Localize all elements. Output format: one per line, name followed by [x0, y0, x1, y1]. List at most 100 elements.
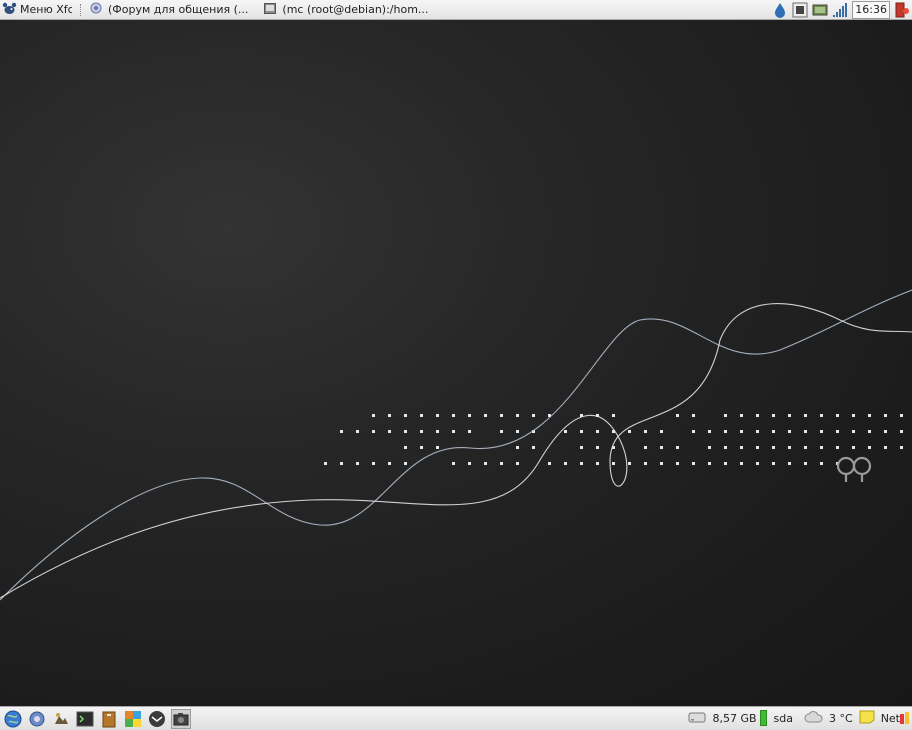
wallpaper-dot	[788, 414, 791, 417]
wallpaper-dot	[772, 446, 775, 449]
wallpaper-dot	[596, 430, 599, 433]
wallpaper-dot	[756, 414, 759, 417]
wallpaper-dot	[836, 414, 839, 417]
wallpaper-dot	[644, 462, 647, 465]
wallpaper-dot	[388, 414, 391, 417]
wallpaper-dot	[676, 446, 679, 449]
wallpaper-dot	[580, 446, 583, 449]
wallpaper-dot	[676, 462, 679, 465]
wallpaper-dot	[788, 462, 791, 465]
net-load-icon	[900, 710, 910, 727]
wallpaper-dot	[836, 430, 839, 433]
wallpaper-dot	[404, 430, 407, 433]
logout-icon[interactable]	[894, 2, 910, 18]
wallpaper-dot	[788, 446, 791, 449]
wallpaper-dot	[836, 446, 839, 449]
wallpaper-dot	[756, 446, 759, 449]
wallpaper-dot	[436, 430, 439, 433]
wallpaper-dot	[660, 446, 663, 449]
stop-icon[interactable]	[792, 2, 808, 18]
wallpaper-dot	[516, 462, 519, 465]
applications-icon[interactable]	[123, 709, 143, 729]
wallpaper-curve-white	[0, 303, 912, 599]
wallpaper-dot	[884, 446, 887, 449]
task-browser[interactable]: (Форум для общения (...	[86, 0, 252, 20]
wallpaper-dot	[532, 414, 535, 417]
water-drop-icon[interactable]	[772, 2, 788, 18]
wallpaper-dot	[564, 462, 567, 465]
desktop[interactable]	[0, 20, 912, 706]
wallpaper-dot	[660, 430, 663, 433]
disk-free-space: 8,57 GB	[712, 711, 757, 725]
browser-icon	[90, 2, 102, 17]
wallpaper-dot	[868, 430, 871, 433]
wallpaper-dot	[404, 446, 407, 449]
wallpaper-dot	[452, 430, 455, 433]
wallpaper-dot	[820, 462, 823, 465]
clock[interactable]: 16:36	[852, 1, 890, 19]
wallpaper-dot	[356, 430, 359, 433]
bottom-tray: 8,57 GB sda 3 °C Net	[685, 707, 912, 729]
task-terminal-mc[interactable]: (mc (root@debian):/hom...	[260, 0, 432, 20]
wallpaper-dot	[372, 414, 375, 417]
xfce-menu-button[interactable]: Меню Xfce	[0, 0, 76, 20]
wallpaper-dot	[804, 462, 807, 465]
wallpaper-dot	[756, 430, 759, 433]
wallpaper-dot	[436, 446, 439, 449]
wallpaper-dot	[468, 430, 471, 433]
top-tray: 16:36	[770, 0, 912, 20]
wallpaper-dot	[580, 430, 583, 433]
wallpaper-dot	[644, 430, 647, 433]
display-icon[interactable]	[812, 2, 828, 18]
archive-icon[interactable]	[99, 709, 119, 729]
wallpaper-dot	[484, 414, 487, 417]
image-editor-icon[interactable]	[51, 709, 71, 729]
notes-icon[interactable]	[859, 710, 875, 727]
wallpaper-dot	[740, 414, 743, 417]
wallpaper-dot	[660, 462, 663, 465]
wallpaper-dot	[532, 446, 535, 449]
wallpaper-dot	[676, 414, 679, 417]
wallpaper-dot	[340, 462, 343, 465]
xfce-mouse-icon	[2, 1, 17, 19]
wallpaper-dot	[724, 446, 727, 449]
wallpaper-dot	[388, 430, 391, 433]
wallpaper-dot	[868, 414, 871, 417]
wifi-signal-icon[interactable]	[832, 2, 848, 18]
screenshot-icon[interactable]	[171, 708, 191, 729]
wallpaper-dot	[820, 446, 823, 449]
wallpaper-dot	[500, 414, 503, 417]
wallpaper-dot	[372, 430, 375, 433]
task-label: (mc (root@debian):/hom...	[282, 3, 429, 16]
wallpaper-dot	[644, 446, 647, 449]
wallpaper-dot	[852, 414, 855, 417]
wallpaper-dot	[740, 462, 743, 465]
wallpaper-dot	[852, 446, 855, 449]
wallpaper-dot	[772, 414, 775, 417]
menu-label: Меню Xfce	[20, 3, 72, 16]
wallpaper-dot	[500, 430, 503, 433]
wallpaper-dot	[804, 446, 807, 449]
wallpaper-dot	[468, 414, 471, 417]
terminal-window-icon	[264, 2, 277, 17]
wallpaper-dot	[596, 462, 599, 465]
wallpaper-dot	[804, 414, 807, 417]
terminal-icon[interactable]	[75, 709, 95, 729]
email-icon[interactable]	[147, 709, 167, 729]
wallpaper-dot	[772, 462, 775, 465]
network-settings-icon[interactable]	[27, 709, 47, 729]
wallpaper-dot	[404, 414, 407, 417]
bottom-panel: 8,57 GB sda 3 °C Net	[0, 706, 912, 730]
wallpaper-dot	[900, 430, 903, 433]
wallpaper-dot	[884, 414, 887, 417]
globe-icon[interactable]	[3, 709, 23, 729]
task-label: (Форум для общения (...	[108, 3, 249, 16]
net-label[interactable]: Net	[881, 712, 900, 725]
wallpaper-dot	[708, 446, 711, 449]
wallpaper-dot	[740, 430, 743, 433]
wallpaper-dot	[628, 430, 631, 433]
cloud-weather-icon[interactable]	[804, 710, 824, 727]
wallpaper-dot	[820, 414, 823, 417]
hard-drive-icon[interactable]	[688, 710, 706, 727]
wallpaper-dot	[884, 430, 887, 433]
